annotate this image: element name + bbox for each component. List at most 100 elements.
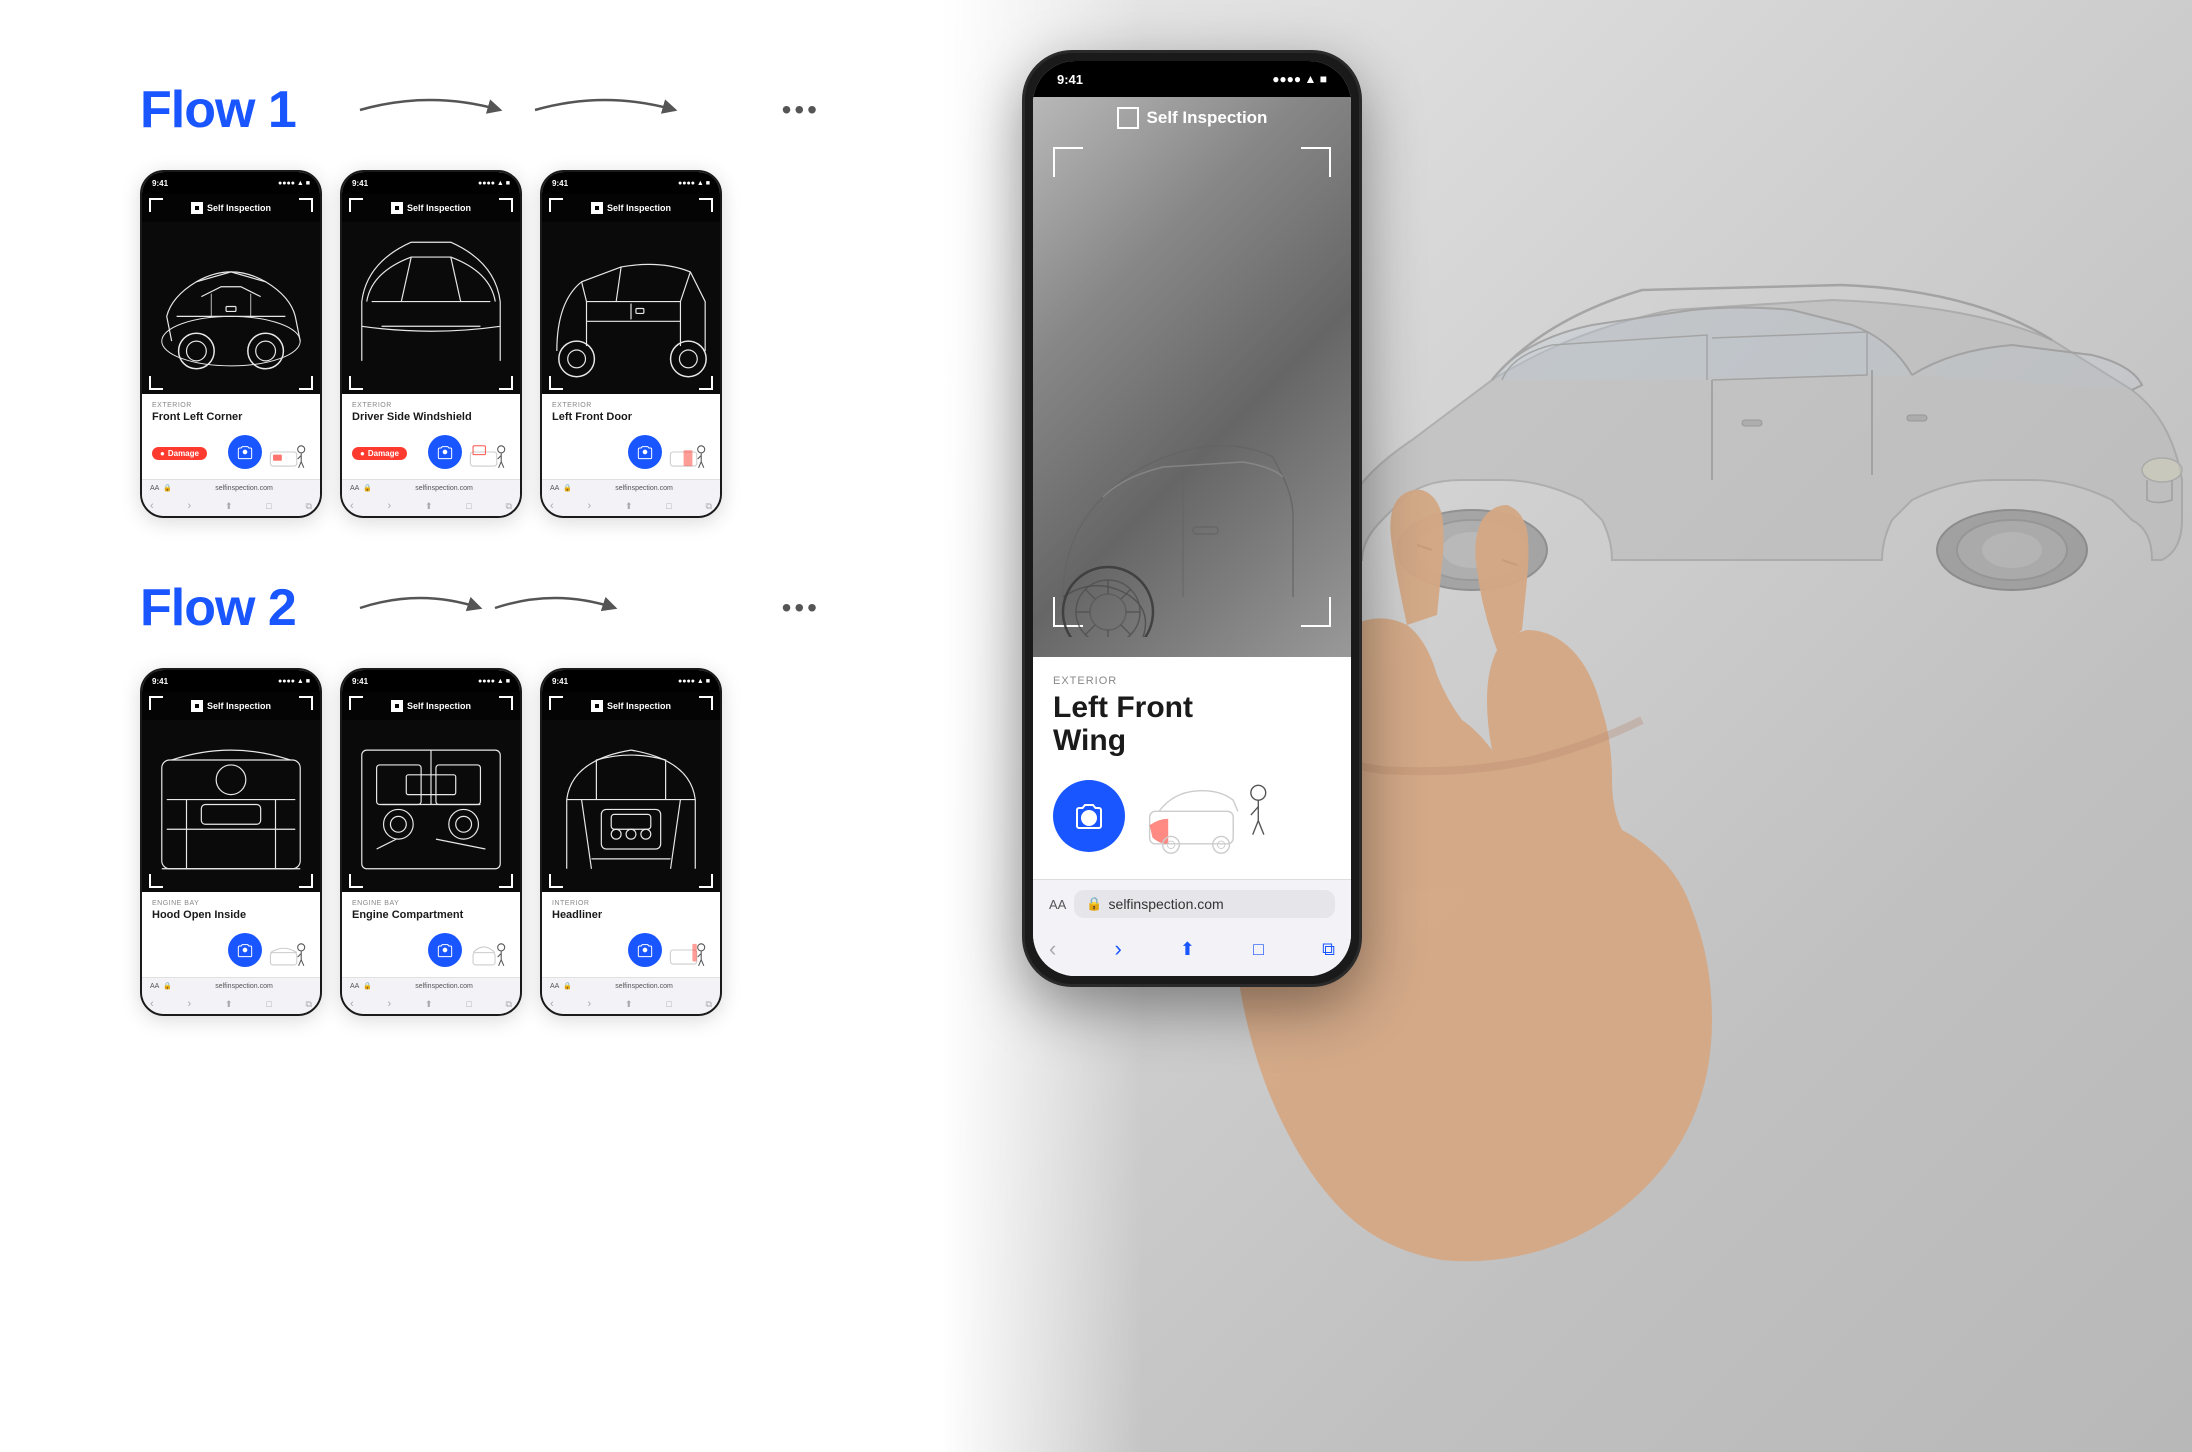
flow1-s3-car-art xyxy=(542,219,720,394)
flow2-s2-camera-btn[interactable] xyxy=(428,933,462,967)
large-action-row xyxy=(1053,771,1331,861)
flow1-s3-camera-btn[interactable] xyxy=(628,435,662,469)
large-phone-inner: 9:41 ●●●● ▲ ■ Self Inspection xyxy=(1033,61,1351,976)
flow2-s2-nav: ‹ › ⬆ □ ⧉ xyxy=(342,994,520,1014)
flow1-s3-area-label: EXTERIOR xyxy=(552,402,710,409)
flow2-title: Flow 2 xyxy=(140,578,296,638)
flow2-s1-car-art xyxy=(142,717,320,892)
background-car-svg xyxy=(1292,100,2192,750)
flow2-s1-time: 9:41 xyxy=(152,677,168,686)
large-car-detail-svg xyxy=(1043,417,1303,637)
flow1-s1-actions: ● Damage xyxy=(152,430,310,474)
flow2-phones: 9:41 ●●●● ▲ ■ Self Inspection xyxy=(140,668,820,1016)
large-scan-icon xyxy=(1117,107,1139,129)
flow2-s1-back: ‹ xyxy=(150,998,154,1010)
large-tabs-btn[interactable]: ⧉ xyxy=(1322,939,1335,960)
flow1-s3-time: 9:41 xyxy=(552,179,568,188)
flow1-s1-nav: ‹ › ⬆ □ ⧉ xyxy=(142,496,320,516)
large-time: 9:41 xyxy=(1057,72,1083,87)
flow2-dots-menu[interactable]: ••• xyxy=(782,592,820,624)
flow1-s2-camera-icon xyxy=(437,444,453,460)
large-area-label: EXTERIOR xyxy=(1053,675,1331,687)
flow1-s2-info: EXTERIOR Driver Side Windshield ● Damage xyxy=(342,394,520,474)
flow2-s3-part-name: Headliner xyxy=(552,909,710,922)
large-back-btn[interactable]: ‹ xyxy=(1049,936,1056,962)
flow1-s1-icons: ●●●● ▲ ■ xyxy=(278,180,310,187)
flow2-s2-browser: AA 🔒 selfinspection.com xyxy=(342,977,520,994)
flow1-s3-back: ‹ xyxy=(550,500,554,512)
flow1-s3-aa: AA xyxy=(550,485,559,492)
flow1-s1-left: ● Damage xyxy=(152,443,228,461)
flow1-s2-actions: ● Damage xyxy=(352,430,510,474)
flow1-s3-books: □ xyxy=(666,501,671,511)
flow1-s1-aa: AA xyxy=(150,485,159,492)
flow1-s3-person-diagram xyxy=(666,430,710,474)
flow1-s2-person-diagram xyxy=(466,430,510,474)
flow1-s2-damage: ● Damage xyxy=(352,447,407,460)
flow2-s1-forward: › xyxy=(187,998,191,1010)
flow1-s1-damage: ● Damage xyxy=(152,447,207,460)
flow2-screen1: 9:41 ●●●● ▲ ■ Self Inspection xyxy=(140,668,322,1016)
flow1-dots-menu[interactable]: ••• xyxy=(782,94,820,126)
flow1-s1-camera-btn[interactable] xyxy=(228,435,262,469)
corner-tl xyxy=(1053,147,1083,177)
flow2-s3-aa: AA xyxy=(550,983,559,990)
flow1-s2-aa: AA xyxy=(350,485,359,492)
flow2-s1-person-diagram xyxy=(266,928,310,972)
flow1-s3-browser: AA 🔒 selfinspection.com xyxy=(542,479,720,496)
flow2-s2-aa: AA xyxy=(350,983,359,990)
flow2-s2-back: ‹ xyxy=(350,998,354,1010)
large-share-btn[interactable]: ⬆ xyxy=(1180,939,1195,960)
flow1-s3-info: EXTERIOR Left Front Door xyxy=(542,394,720,474)
flow1-section: Flow 1 ••• 9:41 ●●●● ▲ ■ xyxy=(140,80,820,518)
large-bookmarks-btn[interactable]: □ xyxy=(1253,939,1264,960)
flow1-s3-icons: ●●●● ▲ ■ xyxy=(678,180,710,187)
flow2-s3-tabs: ⧉ xyxy=(706,999,712,1010)
flow1-s3-lock: 🔒 xyxy=(563,484,572,492)
flow1-s2-area-label: EXTERIOR xyxy=(352,402,510,409)
flow2-s1-share: ⬆ xyxy=(225,999,233,1010)
flow1-s1-share: ⬆ xyxy=(225,501,233,512)
large-dynamic-island xyxy=(1133,61,1223,83)
flow1-s3-part-name: Left Front Door xyxy=(552,411,710,424)
flow2-s1-url: selfinspection.com xyxy=(176,983,312,990)
flow2-s3-share: ⬆ xyxy=(625,999,633,1010)
flow1-s3-nav: ‹ › ⬆ □ ⧉ xyxy=(542,496,720,516)
flow1-title: Flow 1 xyxy=(140,80,296,140)
flow1-s3-screen: Self Inspection xyxy=(542,194,720,394)
flow1-s2-camera-btn[interactable] xyxy=(428,435,462,469)
large-part-name: Left Front Wing xyxy=(1053,691,1331,757)
flow2-s3-statusbar: 9:41 ●●●● ▲ ■ xyxy=(542,670,720,692)
large-lock-icon: 🔒 xyxy=(1086,896,1102,912)
flow2-s3-actions xyxy=(552,928,710,972)
flow2-s1-browser: AA 🔒 selfinspection.com xyxy=(142,977,320,994)
large-forward-btn[interactable]: › xyxy=(1114,936,1121,962)
flow2-s2-forward: › xyxy=(387,998,391,1010)
flow1-s1-browser: AA 🔒 selfinspection.com xyxy=(142,479,320,496)
flow2-s3-camera-btn[interactable] xyxy=(628,933,662,967)
flow1-s2-url: selfinspection.com xyxy=(376,485,512,492)
flow2-s1-info: ENGINE BAY Hood Open Inside xyxy=(142,892,320,972)
large-url-box[interactable]: 🔒 selfinspection.com xyxy=(1074,890,1335,918)
large-self-inspection-bar: Self Inspection xyxy=(1033,107,1351,129)
flow1-s1-statusbar: 9:41 ●●●● ▲ ■ xyxy=(142,172,320,194)
flow2-s1-nav: ‹ › ⬆ □ ⧉ xyxy=(142,994,320,1014)
flow2-s1-camera-btn[interactable] xyxy=(228,933,262,967)
flow2-s3-browser: AA 🔒 selfinspection.com xyxy=(542,977,720,994)
flow2-s2-screen: Self Inspection xyxy=(342,692,520,892)
large-camera-btn[interactable] xyxy=(1053,780,1125,852)
flow1-s2-back: ‹ xyxy=(350,500,354,512)
flow2-screen3: 9:41 ●●●● ▲ ■ Self Inspection xyxy=(540,668,722,1016)
flow2-s3-forward: › xyxy=(587,998,591,1010)
flow2-s2-statusbar: 9:41 ●●●● ▲ ■ xyxy=(342,670,520,692)
flow2-s3-person-diagram xyxy=(666,928,710,972)
flow1-s1-info: EXTERIOR Front Left Corner ● Damage xyxy=(142,394,320,474)
flow2-s1-camera-icon xyxy=(237,942,253,958)
flow2-section: Flow 2 ••• 9:41 ●●●● ▲ ■ xyxy=(140,578,820,1016)
large-person-diagram xyxy=(1145,771,1275,861)
flow2-s1-icons: ●●●● ▲ ■ xyxy=(278,678,310,685)
left-panel: Flow 1 ••• 9:41 ●●●● ▲ ■ xyxy=(140,80,820,1076)
flow1-s1-camera-icon xyxy=(237,444,253,460)
large-part-name-line2: Wing xyxy=(1053,724,1126,757)
large-camera-view: Self Inspection xyxy=(1033,97,1351,657)
